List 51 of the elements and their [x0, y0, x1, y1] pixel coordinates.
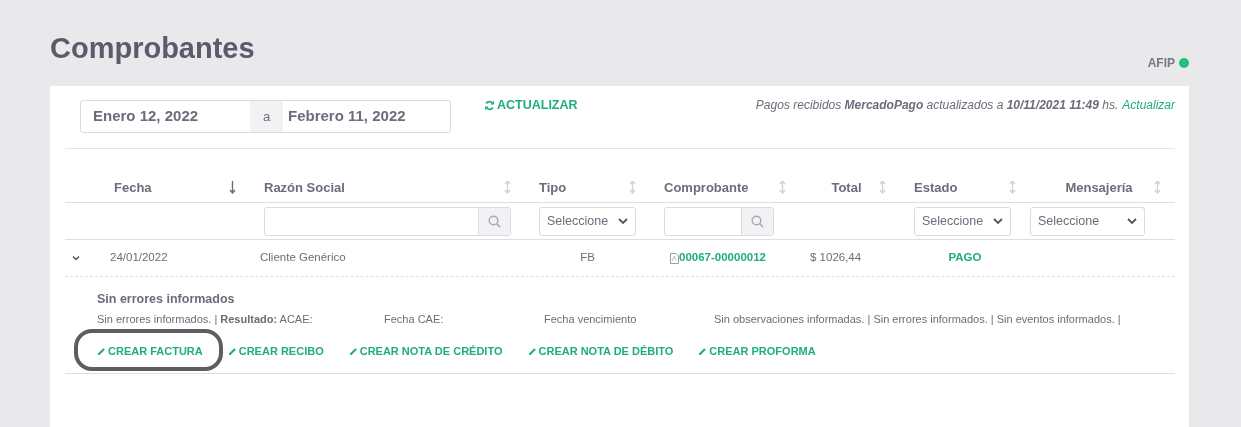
chevron-down-icon: [1127, 217, 1137, 225]
pencil-icon: [97, 346, 106, 356]
detail-text: Sin errores informados. | Resultado: ACAE:: [97, 313, 313, 325]
pencil-icon: [698, 346, 708, 356]
chevron-down-icon: [993, 217, 1003, 225]
table-cell: $ 1026,44: [810, 251, 862, 264]
sort-icon[interactable]: [229, 181, 236, 194]
column-header[interactable]: Fecha: [114, 177, 152, 198]
detail-text: Fecha CAE:: [384, 313, 444, 325]
action-button[interactable]: CREAR PROFORMA: [698, 343, 816, 360]
pencil-icon: [348, 346, 358, 356]
select-field[interactable]: Seleccione: [914, 206, 1011, 236]
table-cell: FB: [580, 251, 595, 264]
select-field[interactable]: Seleccione: [539, 206, 636, 236]
pdf-file-icon: [670, 252, 679, 264]
date-to: Febrero 11, 2022: [287, 106, 406, 127]
action-button[interactable]: CREAR FACTURA: [97, 343, 203, 360]
search-field[interactable]: [264, 206, 511, 236]
status-label: PAGO: [948, 251, 982, 264]
sync-note: Pagos recibidos MercadoPago actualizados a 10/11/2021 11:49 hs.: [755, 97, 1119, 114]
refresh-link[interactable]: Actualizar: [1122, 96, 1175, 114]
expand-toggle-icon[interactable]: [72, 254, 80, 262]
action-button[interactable]: CREAR NOTA DE DÉBITO: [527, 343, 674, 360]
pencil-icon: [227, 346, 237, 356]
detail-heading: Sin errores informados: [97, 291, 236, 307]
invoice-link[interactable]: 00067-00000012: [679, 249, 766, 267]
chevron-down-icon: [618, 217, 628, 225]
afip-label: AFIP: [1147, 55, 1175, 72]
pencil-icon: [527, 346, 537, 356]
select-field[interactable]: Seleccione: [1030, 206, 1145, 236]
detail-text: Fecha vencimiento: [544, 313, 637, 325]
search-icon: [488, 214, 501, 228]
column-header[interactable]: Comprobante: [664, 177, 749, 198]
action-button[interactable]: CREAR NOTA DE CRÉDITO: [348, 343, 503, 360]
search-icon: [751, 214, 764, 228]
detail-text: Sin observaciones informadas. | Sin errores informados. | Sin eventos informados. |: [714, 313, 1121, 325]
refresh-icon: [484, 99, 495, 111]
column-header[interactable]: Mensajería: [1044, 177, 1154, 198]
refresh-button[interactable]: ACTUALIZAR: [484, 96, 578, 115]
column-header[interactable]: Total: [814, 177, 879, 198]
column-header[interactable]: Razón Social: [264, 177, 345, 198]
table-cell: Cliente Genérico: [260, 251, 346, 264]
action-button[interactable]: CREAR RECIBO: [227, 343, 324, 360]
page-title: Comprobantes: [50, 34, 255, 63]
column-header[interactable]: Tipo: [539, 177, 567, 198]
column-header[interactable]: Estado: [914, 177, 958, 198]
search-field[interactable]: [664, 206, 774, 236]
date-range-field[interactable]: Enero 12, 2022 a Febrero 11, 2022: [80, 100, 451, 133]
table-cell: 24/01/2022: [110, 251, 168, 264]
range-separator: a: [250, 101, 283, 132]
date-from: Enero 12, 2022: [92, 106, 200, 127]
